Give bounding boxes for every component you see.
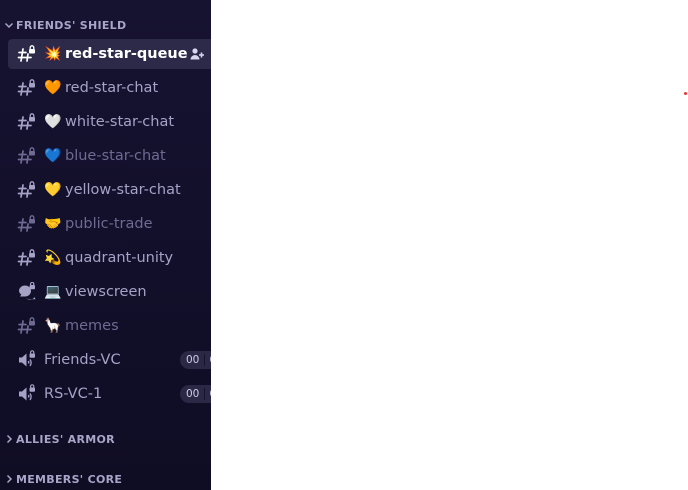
channel-name: RS-VC-1 xyxy=(44,386,103,402)
channel-memes[interactable]: 🦙 memes xyxy=(8,311,211,341)
category-label: MEMBERS' CORE xyxy=(16,472,123,486)
channel-yellow-star-chat[interactable]: 💛 yellow-star-chat xyxy=(8,175,211,205)
forum-icon xyxy=(19,282,36,300)
channel-name: quadrant-unity xyxy=(65,250,174,266)
channel-name: viewscreen xyxy=(65,284,147,300)
channel-quadrant-unity[interactable]: 💫 quadrant-unity xyxy=(8,243,211,273)
chevron-right-icon xyxy=(6,474,13,484)
hashtag-locked-icon xyxy=(17,181,35,198)
category-friends-shield[interactable]: FRIENDS' SHIELD xyxy=(0,17,126,33)
hashtag-locked-icon xyxy=(17,317,35,334)
channel-emoji: 💻 xyxy=(44,284,62,300)
channel-emoji: 🤍 xyxy=(44,114,62,130)
hashtag-locked-icon xyxy=(17,147,35,164)
hashtag-locked-icon xyxy=(17,113,35,130)
channel-name: public-trade xyxy=(65,216,153,232)
channel-emoji: 💫 xyxy=(44,250,62,266)
channel-name: Friends-VC xyxy=(44,352,121,368)
channel-sidebar: FRIENDS' SHIELD 💥 red-star-queue 🧡 red-s… xyxy=(0,0,211,490)
channel-emoji: 🧡 xyxy=(44,80,62,96)
hashtag-locked-icon xyxy=(17,249,35,266)
channel-red-star-chat[interactable]: 🧡 red-star-chat xyxy=(8,73,211,103)
channel-public-trade[interactable]: 🤝 public-trade xyxy=(8,209,211,239)
user-limit: 6 xyxy=(204,388,211,400)
channel-name: yellow-star-chat xyxy=(65,182,181,198)
voice-user-limit-badge: 00 6 xyxy=(179,385,211,403)
channel-name: red-star-queue xyxy=(65,46,188,62)
channel-emoji: 💙 xyxy=(44,148,62,164)
chevron-right-icon xyxy=(6,434,13,444)
chevron-down-icon xyxy=(4,22,14,29)
channel-viewscreen[interactable]: 💻 viewscreen xyxy=(8,277,211,307)
channel-emoji: 🤝 xyxy=(44,216,62,232)
channel-name: white-star-chat xyxy=(65,114,175,130)
channel-rs-vc-1[interactable]: RS-VC-1 00 6 xyxy=(8,379,211,409)
channel-white-star-chat[interactable]: 🤍 white-star-chat xyxy=(8,107,211,137)
marker-dot xyxy=(684,92,687,95)
channel-friends-vc[interactable]: Friends-VC 00 6 xyxy=(8,345,211,375)
channel-name: blue-star-chat xyxy=(65,148,166,164)
channel-name: red-star-chat xyxy=(65,80,159,96)
channel-emoji: 💥 xyxy=(44,46,62,62)
voice-user-limit-badge: 00 6 xyxy=(179,351,211,369)
user-limit: 6 xyxy=(204,354,211,366)
category-allies-armor[interactable]: ALLIES' ARMOR xyxy=(0,431,115,447)
user-count: 00 xyxy=(185,354,200,366)
channel-emoji: 🦙 xyxy=(44,318,62,334)
channel-name: memes xyxy=(65,318,119,334)
category-label: ALLIES' ARMOR xyxy=(16,432,115,446)
add-member-icon[interactable] xyxy=(189,46,205,62)
user-count: 00 xyxy=(185,388,200,400)
speaker-locked-icon xyxy=(19,350,35,367)
channel-emoji: 💛 xyxy=(44,182,62,198)
hashtag-locked-icon xyxy=(17,215,35,232)
hashtag-locked-icon xyxy=(17,79,35,96)
channel-red-star-queue[interactable]: 💥 red-star-queue xyxy=(8,39,211,69)
channel-blue-star-chat[interactable]: 💙 blue-star-chat xyxy=(8,141,211,171)
category-members-core[interactable]: MEMBERS' CORE xyxy=(0,471,122,487)
category-label: FRIENDS' SHIELD xyxy=(16,18,127,32)
main-content-area xyxy=(211,0,688,490)
hashtag-locked-icon xyxy=(17,45,35,62)
speaker-locked-icon xyxy=(19,384,35,401)
